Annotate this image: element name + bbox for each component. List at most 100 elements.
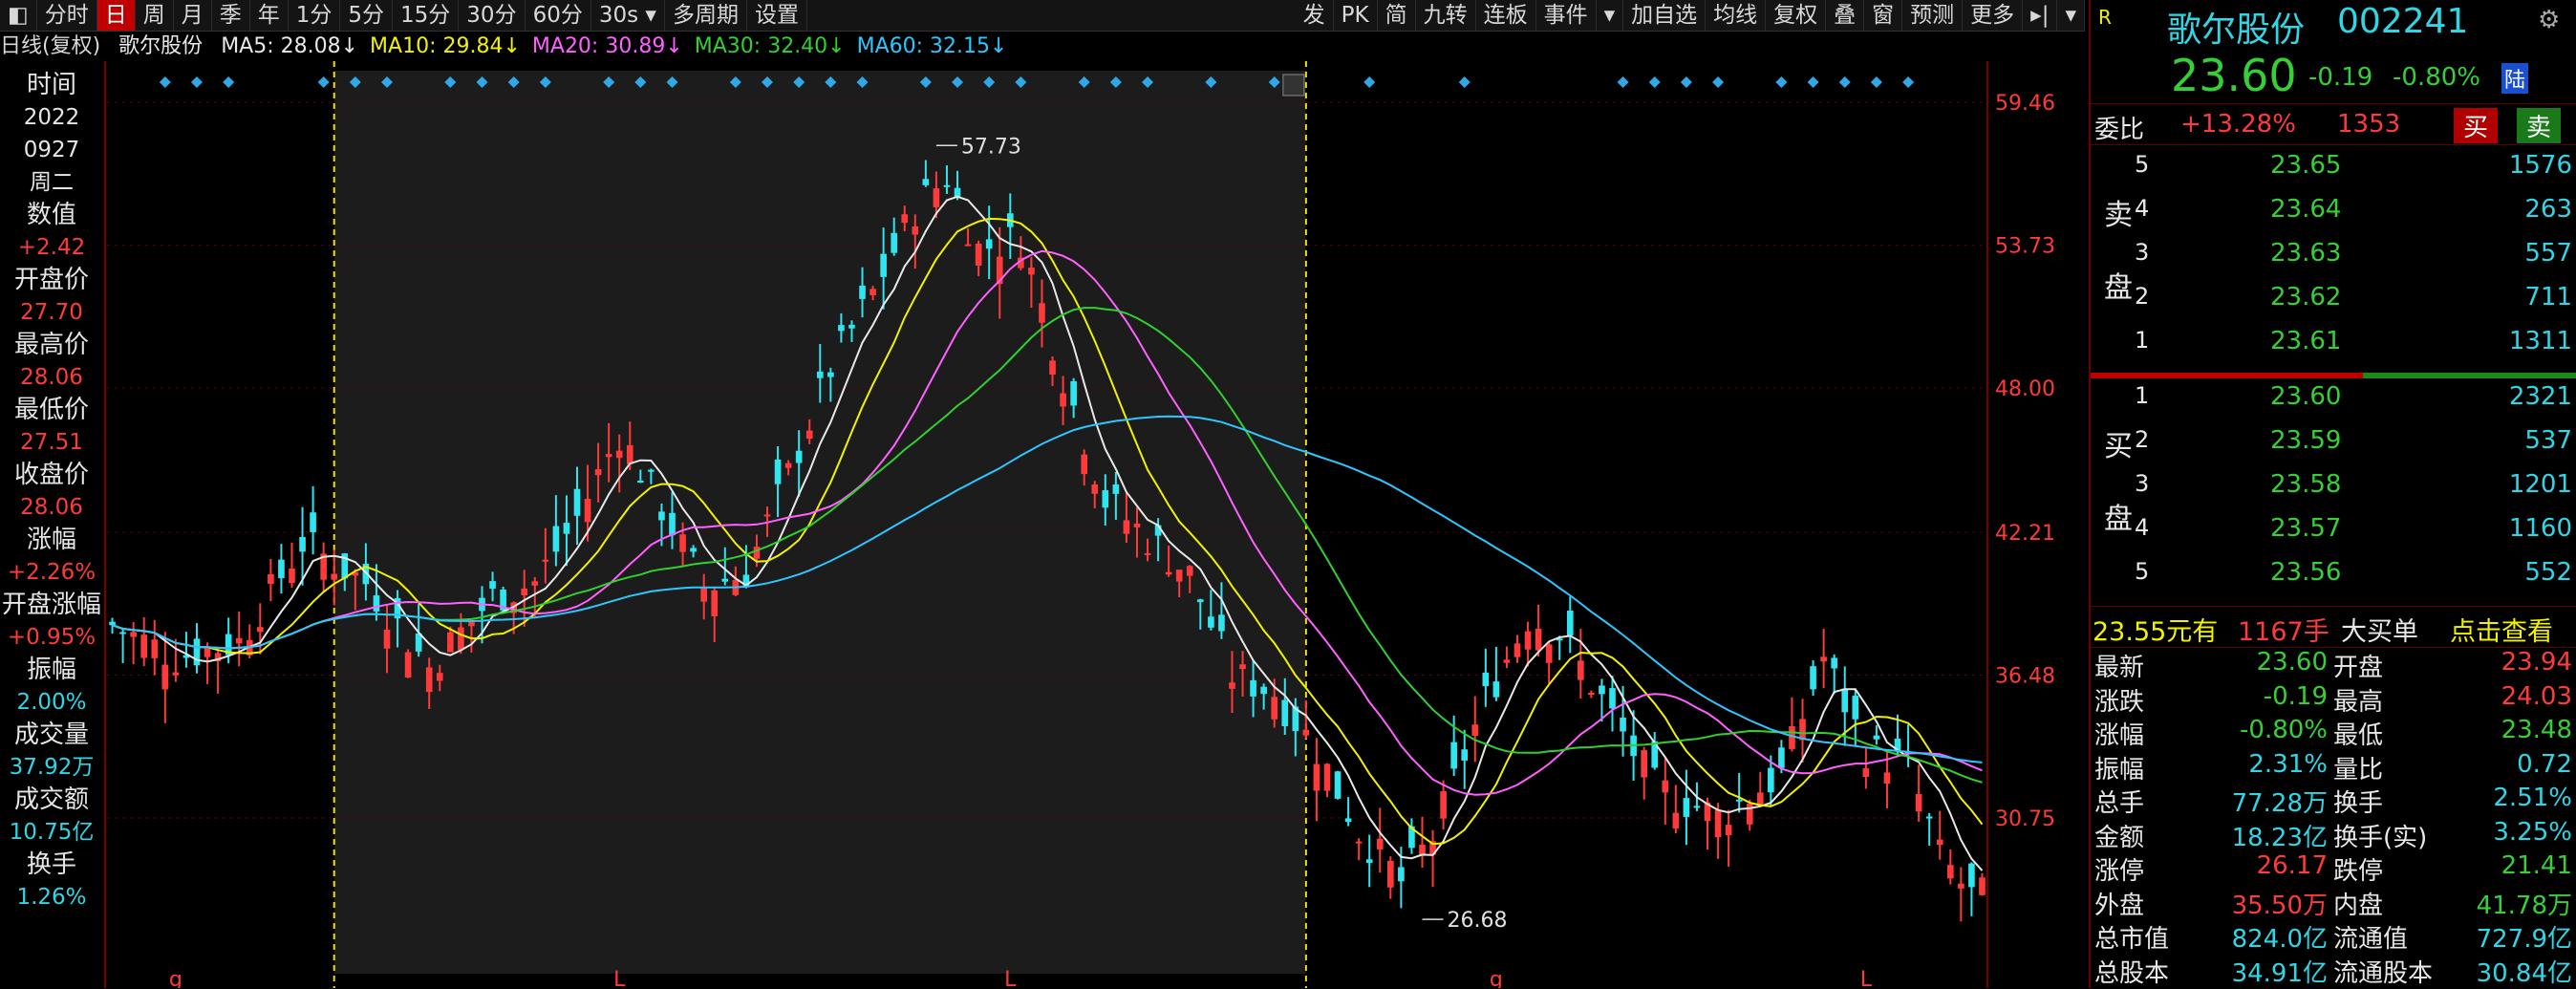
candle-body-142: [1609, 688, 1616, 709]
toolbar-item-4[interactable]: 连板: [1476, 0, 1536, 31]
info-value-0: 2022: [23, 105, 80, 130]
chart-type-label[interactable]: 日线(复权): [0, 34, 100, 58]
candle-body-166: [1862, 768, 1870, 778]
info-label-5: 最高价: [13, 331, 89, 359]
asks-side-label: 卖盘: [2104, 199, 2133, 305]
candle-body-71: [859, 285, 866, 299]
asks-price-1[interactable]: 23.64: [2270, 195, 2341, 224]
candle-body-119: [1365, 859, 1373, 864]
toolbar-item-11[interactable]: 窗: [1864, 0, 1903, 31]
toolbar-item-12[interactable]: 预测: [1902, 0, 1964, 31]
annotation-label-0: 57.73: [961, 135, 1021, 159]
sell-button[interactable]: 卖: [2517, 108, 2562, 143]
candle-body-163: [1831, 657, 1838, 669]
price-change: -0.19: [2308, 63, 2373, 92]
toolbar-item-3[interactable]: 九转: [1416, 0, 1476, 31]
candle-body-111: [1281, 699, 1289, 726]
candle-body-96: [1123, 520, 1130, 534]
candle-body-92: [1081, 454, 1088, 475]
candle-body-2: [130, 632, 137, 637]
buy-button[interactable]: 买: [2454, 108, 2499, 143]
asks-price-2[interactable]: 23.63: [2270, 239, 2341, 268]
period-tab-4[interactable]: 季: [212, 0, 250, 31]
candle-body-15: [268, 573, 274, 584]
toolbar-item-10[interactable]: 叠: [1826, 0, 1865, 31]
toolbar-item-6[interactable]: ▾: [1597, 0, 1624, 31]
stat-v1-4: 77.28万: [2231, 789, 2328, 818]
period-tab-5[interactable]: 年: [250, 0, 289, 31]
menu-icon[interactable]: ◧: [0, 0, 37, 31]
bids-price-3[interactable]: 23.57: [2270, 514, 2341, 543]
toolbar-item-7[interactable]: 加自选: [1623, 0, 1707, 31]
bids-price-1[interactable]: 23.59: [2270, 426, 2341, 455]
toolbar-item-14[interactable]: ▸|: [2023, 0, 2058, 31]
candle-body-14: [256, 627, 264, 633]
period-tab-3[interactable]: 月: [174, 0, 212, 31]
period-tab-0[interactable]: 分时: [37, 0, 97, 31]
info-value-13: 1.26%: [16, 885, 87, 910]
weibi-label: 委比: [2094, 116, 2145, 144]
candle-body-150: [1693, 806, 1701, 808]
toolbar-item-1[interactable]: PK: [1334, 0, 1378, 31]
info-value-5: 28.06: [20, 365, 83, 390]
period-tab-2[interactable]: 周: [136, 0, 174, 31]
candle-body-21: [331, 573, 338, 580]
candle-body-114: [1313, 763, 1320, 791]
toolbar-item-9[interactable]: 复权: [1766, 0, 1827, 31]
candle-body-147: [1662, 780, 1669, 793]
bids-volume-4: 552: [2524, 558, 2572, 587]
toolbar-item-5[interactable]: 事件: [1536, 0, 1597, 31]
candle-body-57: [711, 590, 719, 616]
period-tab-6[interactable]: 1分: [289, 0, 341, 31]
period-tab-13[interactable]: 设置: [747, 0, 807, 31]
info-label-4: 开盘价: [13, 266, 89, 294]
bids-price-4[interactable]: 23.56: [2270, 558, 2341, 587]
toolbar-item-0[interactable]: 发: [1296, 0, 1334, 31]
candle-body-171: [1915, 794, 1922, 812]
period-tab-12[interactable]: 多周期: [665, 0, 747, 31]
big-order-link[interactable]: 点击查看: [2450, 611, 2553, 648]
bottom-marker-4: L: [1860, 968, 1873, 988]
kline-chart[interactable]: 59.46 53.73 48.00 42.21 36.48 30.75 57.73 26.68…: [0, 61, 2085, 988]
period-tab-9[interactable]: 30分: [459, 0, 526, 31]
period-tab-8[interactable]: 15分: [393, 0, 460, 31]
stat-v2-7: 41.78万: [2476, 891, 2572, 920]
big-order-price: 23.55元有: [2093, 617, 2219, 647]
candle-body-139: [1578, 660, 1584, 680]
stat-l2-1: 最高: [2333, 687, 2384, 717]
bids-price-2[interactable]: 23.58: [2270, 470, 2341, 499]
toolbar-item-2[interactable]: 简: [1378, 0, 1416, 31]
bids-level-1: 2: [2135, 426, 2150, 453]
event-marker-167: [1870, 76, 1882, 88]
asks-price-0[interactable]: 23.65: [2270, 151, 2341, 180]
bids-level-4: 5: [2135, 558, 2150, 585]
bottom-marker-2: L: [1004, 968, 1017, 988]
period-tab-10[interactable]: 60分: [526, 0, 591, 31]
bids-price-0[interactable]: 23.60: [2270, 382, 2341, 411]
gear-icon[interactable]: ⚙: [2538, 6, 2560, 34]
asks-price-4[interactable]: 23.61: [2270, 327, 2341, 355]
period-tab-1[interactable]: 日: [97, 0, 136, 31]
candle-body-95: [1112, 484, 1120, 494]
stat-l1-3: 振幅: [2094, 755, 2145, 785]
stat-v2-3: 0.72: [2517, 749, 2572, 779]
stat-l1-7: 外盘: [2094, 891, 2145, 920]
candle-body-155: [1746, 804, 1753, 825]
stat-l2-2: 最低: [2333, 721, 2384, 750]
bottom-marker-1: L: [613, 968, 626, 988]
candle-body-39: [521, 588, 528, 595]
toolbar-item-8[interactable]: 均线: [1706, 0, 1767, 31]
asks-price-3[interactable]: 23.62: [2270, 283, 2341, 312]
info-label-13: 换手: [26, 850, 76, 879]
toolbar-item-15[interactable]: ▾: [2057, 0, 2085, 31]
period-tab-7[interactable]: 5分: [340, 0, 394, 31]
info-value-2: 周二: [30, 170, 74, 195]
candle-body-32: [447, 632, 454, 653]
stat-l2-9: 流通股本: [2333, 958, 2434, 988]
period-tab-11[interactable]: 30s ▾: [591, 0, 665, 31]
candle-body-50: [637, 481, 644, 484]
event-marker-20: [317, 76, 330, 88]
toolbar-item-13[interactable]: 更多: [1963, 0, 2024, 31]
candle-body-165: [1852, 696, 1859, 720]
y-tick-label-0: 59.46: [1995, 92, 2055, 116]
